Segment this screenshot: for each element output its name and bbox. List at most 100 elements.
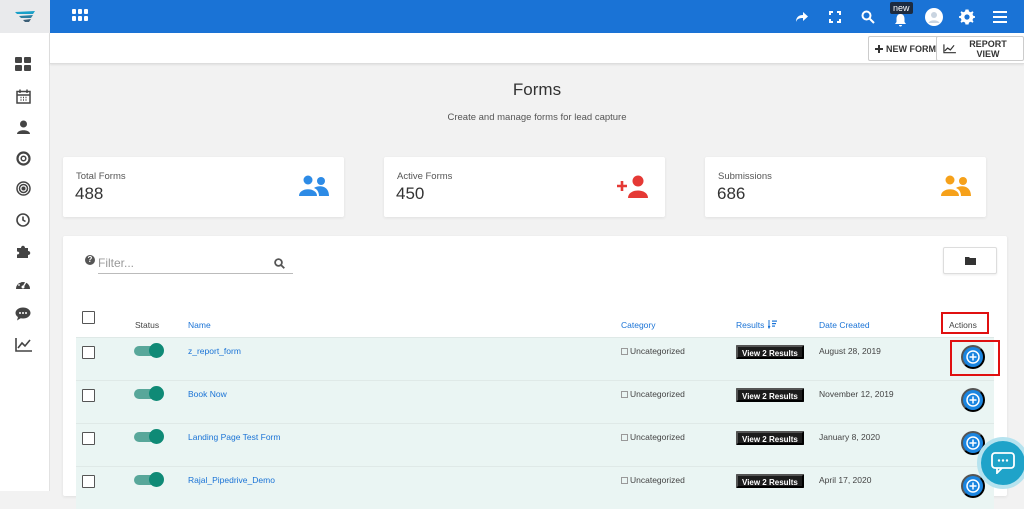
report-view-button[interactable]: REPORT VIEW — [936, 36, 1024, 61]
category-icon — [621, 348, 628, 355]
share-icon[interactable] — [785, 0, 818, 33]
category-label: Uncategorized — [630, 389, 685, 399]
view-results-button[interactable]: View 2 Results — [736, 474, 804, 488]
date-created: November 12, 2019 — [819, 389, 894, 399]
stat-card-active-forms: Active Forms 450 — [384, 157, 665, 217]
view-results-button[interactable]: View 2 Results — [736, 388, 804, 402]
chat-widget-button[interactable] — [977, 437, 1024, 489]
column-header-date-created[interactable]: Date Created — [819, 320, 870, 330]
highlight-box-action-button — [950, 340, 1000, 376]
column-header-results[interactable]: Results — [736, 320, 777, 330]
logo-icon — [15, 10, 35, 22]
form-name-link[interactable]: z_report_form — [188, 346, 241, 356]
search-icon[interactable] — [851, 0, 884, 33]
stat-label: Total Forms — [76, 171, 126, 182]
stat-label: Active Forms — [397, 171, 453, 182]
status-toggle[interactable] — [134, 343, 164, 358]
folder-button[interactable] — [943, 247, 997, 274]
form-name-link[interactable]: Landing Page Test Form — [188, 432, 280, 442]
target-icon[interactable] — [13, 178, 33, 198]
user-avatar[interactable] — [917, 0, 950, 33]
status-toggle[interactable] — [134, 386, 164, 401]
category-cell: Uncategorized — [621, 346, 685, 356]
row-checkbox[interactable] — [82, 432, 95, 445]
add-user-icon — [617, 175, 651, 204]
forms-table-panel: ? Status Name Category Results Date Crea… — [63, 236, 1007, 509]
date-created: August 28, 2019 — [819, 346, 881, 356]
chat-icon[interactable] — [13, 304, 33, 324]
app-logo[interactable] — [0, 0, 50, 33]
calendar-icon[interactable] — [13, 86, 33, 106]
support-icon[interactable] — [13, 148, 33, 168]
hamburger-menu-icon[interactable] — [983, 0, 1016, 33]
speedometer-icon[interactable] — [13, 273, 33, 293]
category-label: Uncategorized — [630, 432, 685, 442]
column-header-category[interactable]: Category — [621, 320, 656, 330]
form-name-link[interactable]: Rajal_Pipedrive_Demo — [188, 475, 275, 485]
new-badge: new — [890, 2, 913, 14]
table-row: Landing Page Test Form Uncategorized Vie… — [76, 423, 994, 466]
plus-circle-icon — [966, 393, 980, 407]
fullscreen-icon[interactable] — [818, 0, 851, 33]
page-subtitle: Create and manage forms for lead capture — [447, 112, 627, 123]
view-results-button[interactable]: View 2 Results — [736, 431, 804, 445]
new-form-label: NEW FORM — [886, 43, 936, 54]
table-row: Rajal_Pipedrive_Demo Uncategorized View … — [76, 466, 994, 509]
category-icon — [621, 391, 628, 398]
table-row: Book Now Uncategorized View 2 Results No… — [76, 380, 994, 423]
form-name-link[interactable]: Book Now — [188, 389, 227, 399]
stat-card-submissions: Submissions 686 — [705, 157, 986, 217]
status-toggle[interactable] — [134, 472, 164, 487]
category-cell: Uncategorized — [621, 475, 685, 485]
view-results-button[interactable]: View 2 Results — [736, 345, 804, 359]
chat-icon — [991, 452, 1015, 474]
highlight-box-actions — [941, 312, 989, 334]
row-actions-button[interactable] — [961, 388, 985, 412]
stat-value: 686 — [717, 184, 746, 203]
date-created: January 8, 2020 — [819, 432, 880, 442]
row-checkbox[interactable] — [82, 346, 95, 359]
page-title: Forms — [512, 80, 562, 99]
category-label: Uncategorized — [630, 346, 685, 356]
chart-line-icon[interactable] — [13, 335, 33, 355]
column-header-name[interactable]: Name — [188, 320, 211, 330]
gear-icon[interactable] — [950, 0, 983, 33]
category-label: Uncategorized — [630, 475, 685, 485]
date-created: April 17, 2020 — [819, 475, 872, 485]
bell-icon — [895, 13, 906, 26]
top-navbar: new — [0, 0, 1024, 33]
stat-value: 488 — [75, 184, 104, 203]
search-icon[interactable] — [274, 256, 285, 274]
table-row: z_report_form Uncategorized View 2 Resul… — [76, 337, 994, 380]
stat-card-total-forms: Total Forms 488 — [63, 157, 344, 217]
notifications-button[interactable]: new — [884, 0, 917, 33]
category-icon — [621, 477, 628, 484]
row-checkbox[interactable] — [82, 475, 95, 488]
results-header-label: Results — [736, 320, 765, 330]
report-view-label: REPORT VIEW — [969, 38, 1007, 59]
help-icon[interactable]: ? — [85, 255, 95, 265]
users-icon — [298, 175, 330, 202]
puzzle-icon[interactable] — [13, 241, 33, 261]
filter-input[interactable] — [98, 252, 293, 274]
page-toolbar: NEW FORM REPORT VIEW — [50, 33, 1024, 64]
dashboard-icon[interactable] — [13, 54, 33, 74]
clock-icon[interactable] — [13, 210, 33, 230]
new-form-button[interactable]: NEW FORM — [868, 36, 943, 61]
apps-grid-icon[interactable] — [72, 9, 88, 23]
sort-icon — [767, 320, 777, 330]
stat-label: Submissions — [718, 171, 772, 182]
select-all-checkbox[interactable] — [82, 311, 95, 324]
folder-icon — [964, 257, 976, 265]
chart-line-icon — [943, 43, 956, 53]
stat-value: 450 — [396, 184, 425, 203]
category-cell: Uncategorized — [621, 432, 685, 442]
sidebar — [0, 33, 50, 491]
category-cell: Uncategorized — [621, 389, 685, 399]
person-icon[interactable] — [13, 117, 33, 137]
plus-circle-icon — [966, 436, 980, 450]
users-icon — [940, 175, 972, 202]
row-checkbox[interactable] — [82, 389, 95, 402]
category-icon — [621, 434, 628, 441]
status-toggle[interactable] — [134, 429, 164, 444]
